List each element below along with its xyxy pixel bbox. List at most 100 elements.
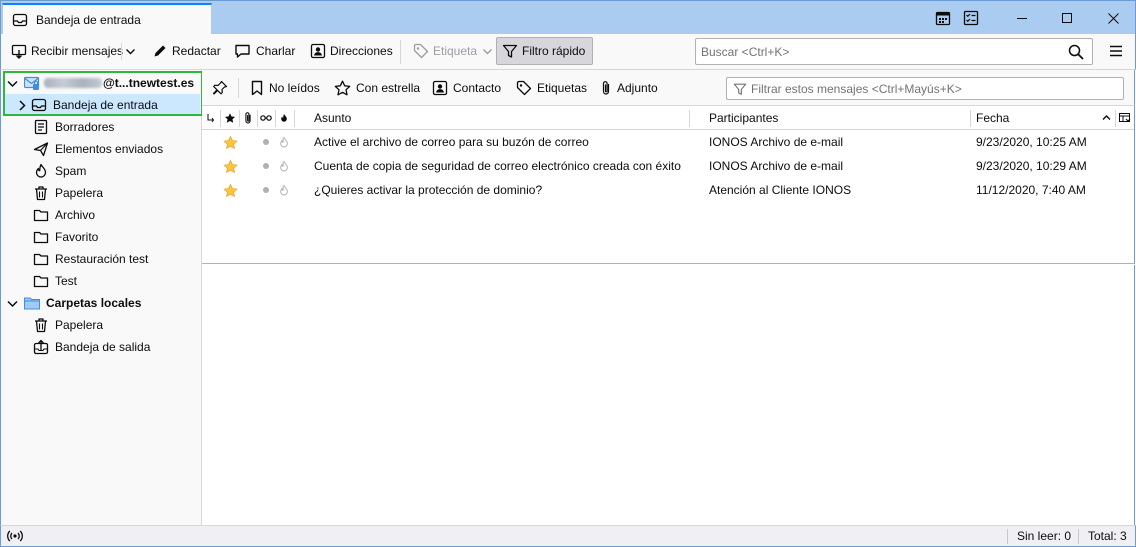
chevron-down-icon[interactable] xyxy=(7,78,19,89)
quick-filter-search-box[interactable] xyxy=(726,77,1124,100)
folder-favorito[interactable]: Favorito xyxy=(1,226,201,248)
folder-restauracion-test[interactable]: Restauración test xyxy=(1,248,201,270)
local-folders-row[interactable]: Carpetas locales xyxy=(1,292,201,314)
filter-attachment-button[interactable]: Adjunto xyxy=(600,78,658,98)
chevron-right-icon[interactable] xyxy=(17,99,29,111)
contact-icon xyxy=(432,80,448,96)
folder-label: Spam xyxy=(55,164,87,178)
filter-icon xyxy=(733,82,747,96)
junk-status-icon[interactable] xyxy=(278,130,290,154)
folder-drafts[interactable]: Borradores xyxy=(1,116,201,138)
junk-status-icon[interactable] xyxy=(278,154,290,178)
column-picker-button[interactable] xyxy=(1119,106,1131,129)
filter-tags-label: Etiquetas xyxy=(537,81,588,95)
local-folders-label: Carpetas locales xyxy=(46,296,142,310)
close-button[interactable] xyxy=(1090,1,1136,35)
star-column-header[interactable] xyxy=(224,106,236,129)
message-subject: Cuenta de copia de seguridad de correo e… xyxy=(314,159,681,173)
global-search-box[interactable] xyxy=(695,38,1093,65)
flame-icon xyxy=(279,112,289,124)
search-icon[interactable] xyxy=(1068,44,1084,60)
folder-label: Bandeja de entrada xyxy=(53,98,158,112)
tab-inbox[interactable]: Bandeja de entrada xyxy=(2,3,212,35)
folder-local-trash[interactable]: Papelera xyxy=(1,314,201,336)
write-button[interactable]: Redactar xyxy=(147,38,226,64)
address-book-button[interactable]: Direcciones xyxy=(305,38,398,64)
date-column-header[interactable]: Fecha xyxy=(976,106,1009,129)
read-column-header[interactable] xyxy=(260,106,272,129)
filter-unread-button[interactable]: No leídos xyxy=(250,78,320,98)
message-row[interactable]: ¿Quieres activar la protección de domini… xyxy=(202,178,1134,202)
star-icon[interactable] xyxy=(223,178,238,202)
address-book-icon xyxy=(310,43,326,59)
filter-starred-button[interactable]: Con estrella xyxy=(334,78,420,98)
star-icon[interactable] xyxy=(223,154,238,178)
local-folder-icon xyxy=(24,295,40,311)
junk-column-header[interactable] xyxy=(279,106,289,129)
folder-test[interactable]: Test xyxy=(1,270,201,292)
folder-outbox[interactable]: Bandeja de salida xyxy=(1,336,201,358)
minimize-icon xyxy=(1017,13,1027,23)
quick-filter-input[interactable] xyxy=(751,78,1123,99)
hamburger-menu-icon xyxy=(1109,44,1123,58)
global-search-input[interactable] xyxy=(701,40,1068,63)
chat-button[interactable]: Charlar xyxy=(229,38,300,64)
calendar-icon[interactable] xyxy=(935,10,951,26)
get-messages-button[interactable]: Recibir mensajes xyxy=(6,38,128,64)
folder-archive[interactable]: Archivo xyxy=(1,204,201,226)
message-correspondent: IONOS Archivo de e-mail xyxy=(709,135,844,149)
star-icon xyxy=(224,112,236,124)
correspondents-column-header[interactable]: Participantes xyxy=(709,106,778,129)
unread-count: Sin leer: 0 xyxy=(1017,529,1072,543)
maximize-button[interactable] xyxy=(1044,1,1090,35)
split-separator xyxy=(121,43,122,60)
app-menu-button[interactable] xyxy=(1103,38,1129,64)
thread-column-toggle[interactable] xyxy=(206,106,216,129)
attachment-column-header[interactable] xyxy=(243,106,253,129)
get-messages-label: Recibir mensajes xyxy=(31,44,124,58)
filter-tags-button[interactable]: Etiquetas xyxy=(516,78,587,98)
junk-status-icon[interactable] xyxy=(278,178,290,202)
thread-icon xyxy=(206,112,216,124)
tab-title: Bandeja de entrada xyxy=(36,13,141,27)
chevron-down-icon[interactable] xyxy=(7,298,19,309)
minimize-button[interactable] xyxy=(999,1,1045,35)
quick-filter-button[interactable]: Filtro rápido xyxy=(496,37,594,65)
chevron-down-icon xyxy=(125,46,136,57)
message-correspondent: Atención al Cliente IONOS xyxy=(709,183,852,197)
trash-icon xyxy=(33,185,49,201)
message-date: 11/12/2020, 7:40 AM xyxy=(976,183,1086,197)
folder-spam[interactable]: Spam xyxy=(1,160,201,182)
folder-label: Favorito xyxy=(55,230,99,244)
message-row[interactable]: Active el archivo de correo para su buzó… xyxy=(202,130,1134,154)
get-messages-dropdown[interactable] xyxy=(122,38,139,64)
date-header-label: Fecha xyxy=(976,110,1010,125)
account-row[interactable]: @t...tnewtest.es xyxy=(1,72,201,94)
pin-icon xyxy=(212,80,228,96)
read-status-dot[interactable] xyxy=(263,130,269,154)
close-icon xyxy=(1107,12,1119,24)
message-preview-pane xyxy=(202,265,1135,525)
write-label: Redactar xyxy=(172,44,221,58)
outbox-icon xyxy=(33,339,49,355)
filter-contact-button[interactable]: Contacto xyxy=(432,78,501,98)
folder-icon xyxy=(33,273,49,289)
redacted-account-name xyxy=(44,78,102,88)
star-icon[interactable] xyxy=(223,130,238,154)
filter-icon xyxy=(502,43,518,59)
subject-column-header[interactable]: Asunto xyxy=(314,106,351,129)
tag-button[interactable]: Etiqueta xyxy=(408,38,498,64)
thread-header: Asunto Participantes Fecha xyxy=(202,106,1134,130)
folder-sent[interactable]: Elementos enviados xyxy=(1,138,201,160)
message-row[interactable]: Cuenta de copia de seguridad de correo e… xyxy=(202,154,1134,178)
folder-trash[interactable]: Papelera xyxy=(1,182,201,204)
read-status-dot[interactable] xyxy=(263,178,269,202)
spam-icon xyxy=(33,163,49,179)
folder-inbox[interactable]: Bandeja de entrada xyxy=(4,94,200,116)
sticky-filter-button[interactable] xyxy=(212,78,228,98)
tasks-icon[interactable] xyxy=(963,10,979,26)
online-status-button[interactable] xyxy=(7,526,23,546)
read-status-dot[interactable] xyxy=(263,154,269,178)
sent-icon xyxy=(33,141,49,157)
title-bar: Bandeja de entrada xyxy=(0,0,1136,35)
